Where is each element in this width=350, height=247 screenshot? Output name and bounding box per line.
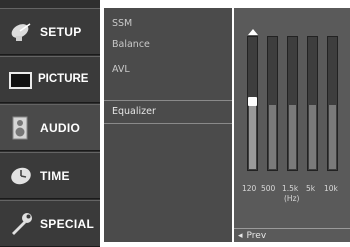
clock-icon xyxy=(8,164,34,188)
main-menu: SETUP PICTURE AUDIO TIME SPECIAL xyxy=(0,0,100,247)
eq-slider-fill xyxy=(329,104,336,169)
eq-slider-fill xyxy=(249,104,256,169)
prev-label: Prev xyxy=(246,231,267,241)
menu-item-picture[interactable]: PICTURE xyxy=(0,56,100,103)
eq-slider-10k[interactable] xyxy=(327,36,338,171)
menu-item-setup[interactable]: SETUP xyxy=(0,8,100,55)
speaker-icon xyxy=(8,116,34,140)
up-arrow-icon xyxy=(248,29,258,35)
eq-slider-1.5k[interactable] xyxy=(287,36,298,171)
eq-slider-fill xyxy=(289,104,296,169)
eq-slider-fill xyxy=(269,104,276,169)
left-arrow-icon: ◂ xyxy=(238,231,243,241)
freq-label: 1.5k xyxy=(282,184,299,193)
unit-label: (Hz) xyxy=(284,194,300,203)
menu-item-label: PICTURE xyxy=(38,73,89,85)
equalizer-panel: 120 500 1.5k 5k 10k (Hz) ◂ Prev xyxy=(234,8,350,242)
prev-button[interactable]: ◂ Prev xyxy=(234,228,350,242)
eq-slider-fill xyxy=(309,104,316,169)
menu-item-time[interactable]: TIME xyxy=(0,152,100,199)
submenu-item-equalizer[interactable]: Equalizer xyxy=(104,100,232,124)
submenu-item-balance[interactable]: Balance xyxy=(104,35,232,55)
tv-screen-icon xyxy=(8,68,34,92)
eq-slider-500[interactable] xyxy=(267,36,278,171)
audio-submenu: SSM Balance AVL Equalizer xyxy=(104,8,232,242)
menu-item-label: TIME xyxy=(40,169,70,183)
eq-slider-5k[interactable] xyxy=(307,36,318,171)
satellite-dish-icon xyxy=(8,20,34,44)
menu-item-label: SPECIAL xyxy=(40,217,95,231)
menu-item-audio[interactable]: AUDIO xyxy=(0,104,100,151)
freq-label: 500 xyxy=(261,184,276,193)
menu-item-label: AUDIO xyxy=(40,121,81,135)
menu-item-special[interactable]: SPECIAL xyxy=(0,200,100,247)
submenu-item-avl[interactable]: AVL xyxy=(104,60,232,80)
menu-item-label: SETUP xyxy=(40,25,82,39)
tv-osd-screen: SETUP PICTURE AUDIO TIME SPECIAL SSM Bal… xyxy=(0,0,350,247)
freq-label: 10k xyxy=(324,184,338,193)
freq-label: 120 xyxy=(242,184,257,193)
submenu-item-ssm[interactable]: SSM xyxy=(104,14,232,34)
wrench-icon xyxy=(8,212,34,236)
freq-label: 5k xyxy=(306,184,316,193)
eq-knob[interactable] xyxy=(248,97,257,106)
